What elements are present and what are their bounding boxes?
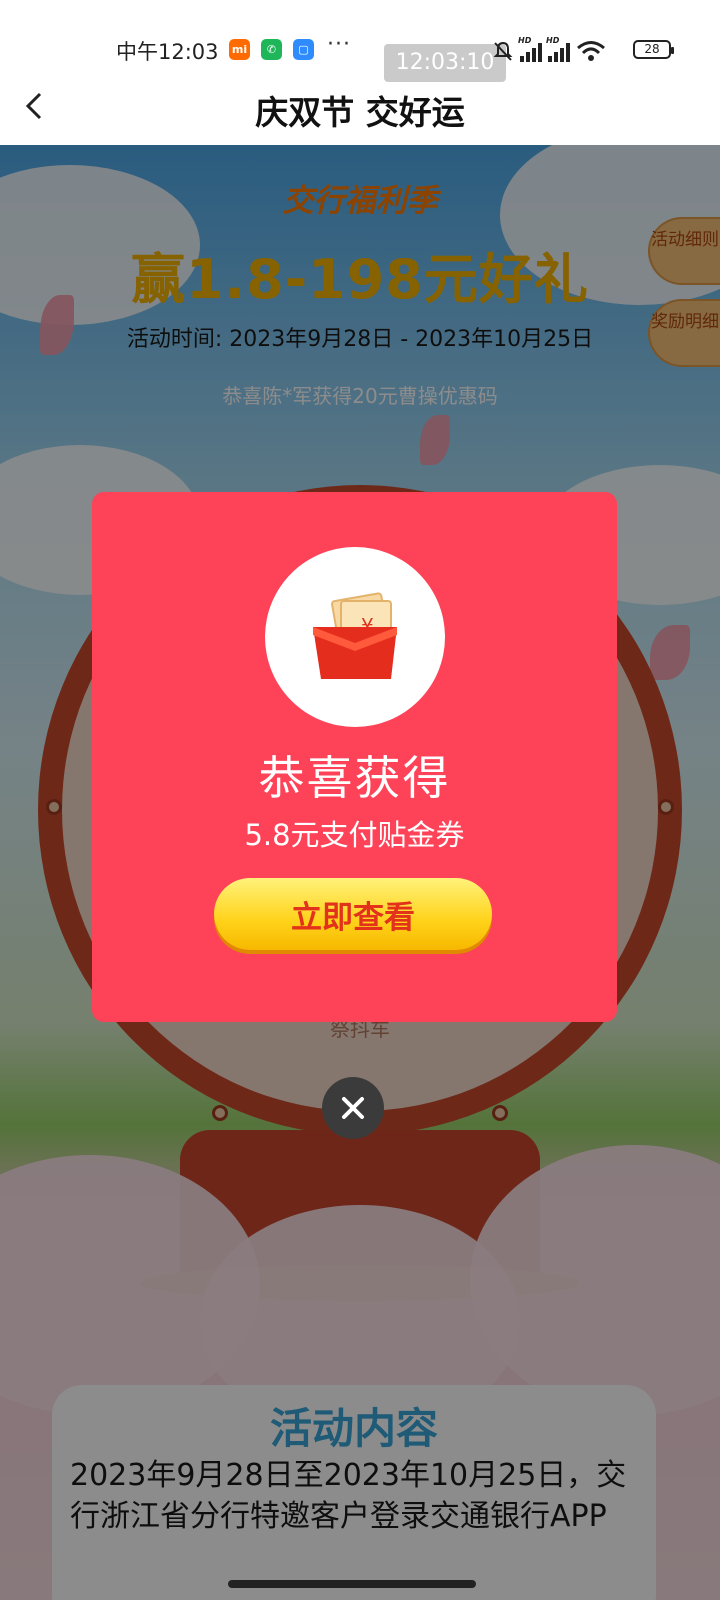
status-time: 中午12:03	[116, 40, 219, 64]
battery-icon: 28	[633, 40, 674, 59]
wifi-icon	[577, 41, 605, 61]
page-title: 庆双节 交好运	[255, 93, 465, 132]
close-dialog-button[interactable]	[322, 1077, 384, 1139]
hd-label: HD	[518, 36, 532, 45]
close-icon	[342, 1097, 364, 1119]
more-notifications-icon: ···	[327, 32, 351, 57]
prize-icon-container: ¥	[265, 547, 445, 727]
prize-name: 5.8元支付贴金券	[244, 818, 465, 852]
mute-bell-icon	[493, 41, 513, 61]
prize-title: 恭喜获得	[258, 751, 451, 805]
hd-label: HD	[546, 36, 560, 45]
red-envelope-coupon-icon: ¥	[313, 592, 397, 679]
prize-dialog: ¥ 恭喜获得 5.8元支付贴金券 立即查看	[92, 492, 617, 1022]
system-icons: HD HD	[492, 36, 606, 62]
signal-icon: HD	[546, 36, 570, 62]
phone-app-icon: ✆	[261, 39, 282, 60]
mi-app-icon: mi	[229, 39, 250, 60]
top-nav-bar: 庆双节 交好运	[0, 72, 720, 146]
home-indicator[interactable]	[228, 1580, 476, 1588]
message-app-icon: ▢	[293, 39, 314, 60]
signal-icon: HD	[518, 36, 542, 62]
view-now-button[interactable]: 立即查看	[214, 878, 492, 950]
